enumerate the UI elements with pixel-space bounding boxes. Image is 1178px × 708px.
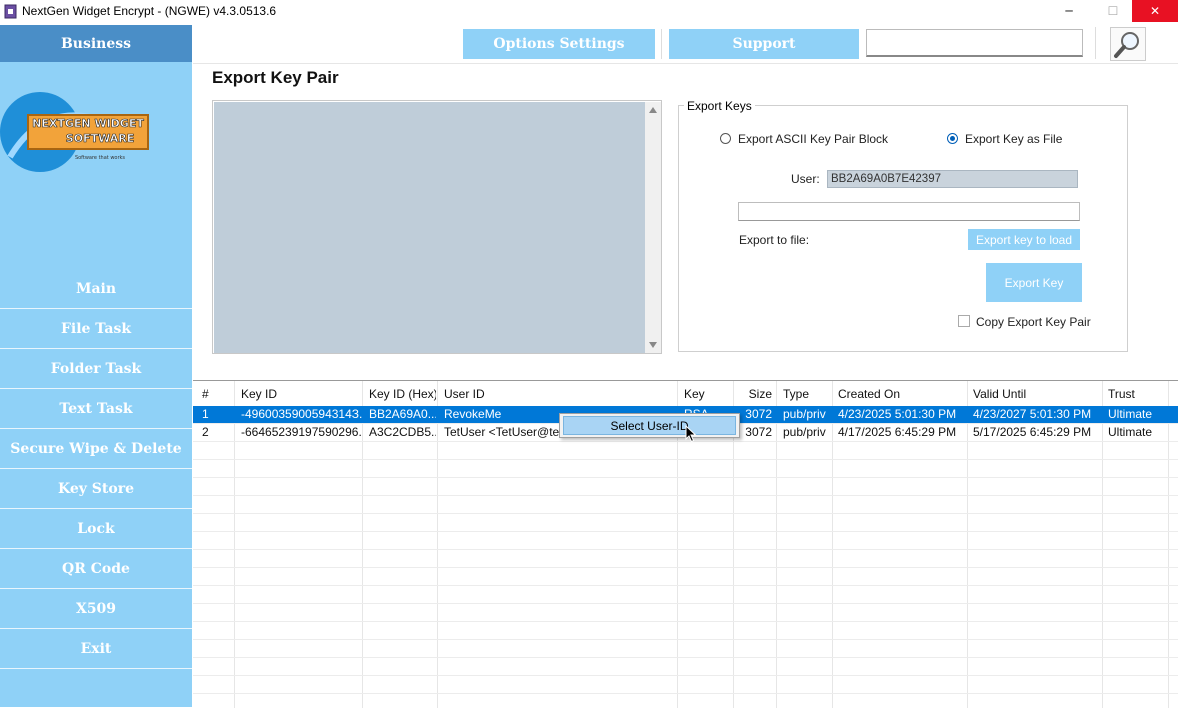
cell-valid-until: 4/23/2027 5:01:30 PM — [973, 407, 1092, 421]
table-row-empty — [193, 676, 1178, 694]
cell-key-hex: BB2A69A0... — [369, 407, 436, 421]
sidebar-item-key-store[interactable]: Key Store — [0, 469, 192, 509]
radio-export-file-label[interactable]: Export Key as File — [965, 132, 1062, 146]
export-file-path-input[interactable] — [738, 202, 1080, 221]
page-title: Export Key Pair — [212, 68, 339, 87]
toolbar-divider — [661, 29, 662, 59]
cell-key-id: -66465239197590296... — [241, 425, 362, 439]
table-header: # Key ID Key ID (Hex) User ID Key Size T… — [193, 386, 1178, 404]
cell-num: 2 — [202, 425, 209, 439]
column-header-key-id[interactable]: Key ID — [236, 386, 362, 404]
cell-type: pub/priv — [783, 425, 826, 439]
table-row-empty — [193, 532, 1178, 550]
scroll-up-icon[interactable] — [649, 107, 657, 113]
title-bar: NextGen Widget Encrypt - (NGWE) v4.3.051… — [0, 0, 1178, 25]
table-row-empty — [193, 640, 1178, 658]
table-row-empty — [193, 460, 1178, 478]
export-keys-legend: Export Keys — [684, 99, 755, 113]
logo-line1: NEXTGEN WIDGET — [32, 117, 144, 130]
cell-trust: Ultimate — [1108, 407, 1153, 421]
column-header-type[interactable]: Type — [778, 386, 832, 404]
column-header-user-id[interactable]: User ID — [439, 386, 677, 404]
sidebar-nav: Main File Task Folder Task Text Task Sec… — [0, 269, 192, 669]
sidebar-item-file-task[interactable]: File Task — [0, 309, 192, 349]
sidebar-item-x509[interactable]: X509 — [0, 589, 192, 629]
sidebar-item-lock[interactable]: Lock — [0, 509, 192, 549]
cell-type: pub/priv — [783, 407, 826, 421]
minimize-button[interactable]: ─ — [1046, 0, 1092, 22]
table-row-empty — [193, 586, 1178, 604]
top-toolbar: Options Settings Support — [193, 25, 1178, 64]
column-header-trust[interactable]: Trust — [1103, 386, 1167, 404]
context-menu: Select User-ID — [559, 413, 740, 438]
user-field: BB2A69A0B7E42397 — [827, 170, 1078, 188]
textbox-content[interactable] — [214, 102, 645, 353]
cell-size: 3072 — [745, 425, 772, 439]
sidebar-item-exit[interactable]: Exit — [0, 629, 192, 669]
table-row-empty — [193, 478, 1178, 496]
cell-size: 3072 — [745, 407, 772, 421]
logo-line2: SOFTWARE — [66, 132, 134, 145]
cell-key-id: -4960035900594314З... — [241, 407, 362, 421]
table-row-empty — [193, 622, 1178, 640]
support-button[interactable]: Support — [669, 29, 859, 59]
window-title: NextGen Widget Encrypt - (NGWE) v4.3.051… — [22, 4, 277, 18]
cell-created-on: 4/17/2025 6:45:29 PM — [838, 425, 957, 439]
column-header-key-hex[interactable]: Key ID (Hex) — [364, 386, 436, 404]
cell-num: 1 — [202, 407, 209, 421]
copy-export-key-pair-label[interactable]: Copy Export Key Pair — [976, 315, 1091, 329]
context-menu-select-user-id[interactable]: Select User-ID — [563, 416, 736, 435]
copy-export-key-pair-checkbox[interactable] — [958, 315, 970, 327]
table-row-empty — [193, 496, 1178, 514]
table-row-empty — [193, 658, 1178, 676]
maximize-button[interactable]: ☐ — [1090, 0, 1136, 22]
key-output-textbox[interactable] — [212, 100, 662, 354]
table-row-empty — [193, 442, 1178, 460]
table-row-empty — [193, 568, 1178, 586]
company-logo: NEXTGEN WIDGET SOFTWARE Software that wo… — [0, 92, 149, 172]
sidebar-item-qr-code[interactable]: QR Code — [0, 549, 192, 589]
sidebar-item-text-task[interactable]: Text Task — [0, 389, 192, 429]
sidebar: Business NEXTGEN WIDGET SOFTWARE Softwar… — [0, 25, 192, 707]
export-key-button[interactable]: Export Key — [986, 263, 1082, 302]
radio-export-file[interactable] — [947, 133, 958, 144]
export-key-to-load-button[interactable]: Export key to load — [968, 229, 1080, 250]
close-button[interactable]: ✕ — [1132, 0, 1178, 22]
column-header-size[interactable]: Size — [734, 386, 776, 404]
radio-export-ascii-label[interactable]: Export ASCII Key Pair Block — [738, 132, 888, 146]
vertical-scrollbar[interactable] — [645, 102, 661, 353]
search-icon — [1114, 32, 1139, 58]
column-header-num[interactable]: # — [197, 386, 233, 404]
options-settings-button[interactable]: Options Settings — [463, 29, 655, 59]
table-row-empty — [193, 604, 1178, 622]
column-header-valid-until[interactable]: Valid Until — [968, 386, 1102, 404]
cell-created-on: 4/23/2025 5:01:30 PM — [838, 407, 957, 421]
cell-valid-until: 5/17/2025 6:45:29 PM — [973, 425, 1092, 439]
column-header-key[interactable]: Key — [679, 386, 733, 404]
logo-tagline: Software that works — [75, 155, 125, 161]
column-header-created-on[interactable]: Created On — [833, 386, 967, 404]
search-input[interactable] — [866, 29, 1083, 57]
app-icon — [4, 4, 17, 19]
user-label: User: — [791, 172, 820, 186]
radio-export-ascii[interactable] — [720, 133, 731, 144]
scroll-down-icon[interactable] — [649, 342, 657, 348]
cell-trust: Ultimate — [1108, 425, 1153, 439]
table-row-empty — [193, 514, 1178, 532]
toolbar-divider — [1095, 27, 1096, 59]
table-row-empty — [193, 550, 1178, 568]
cell-key-hex: A3C2CDB5... — [369, 425, 436, 439]
sidebar-item-secure-wipe[interactable]: Secure Wipe & Delete — [0, 429, 192, 469]
sidebar-item-main[interactable]: Main — [0, 269, 192, 309]
sidebar-item-folder-task[interactable]: Folder Task — [0, 349, 192, 389]
mouse-cursor-icon — [685, 425, 697, 443]
export-to-file-label: Export to file: — [739, 233, 810, 247]
search-button[interactable] — [1110, 27, 1146, 61]
sidebar-header[interactable]: Business — [0, 25, 192, 62]
